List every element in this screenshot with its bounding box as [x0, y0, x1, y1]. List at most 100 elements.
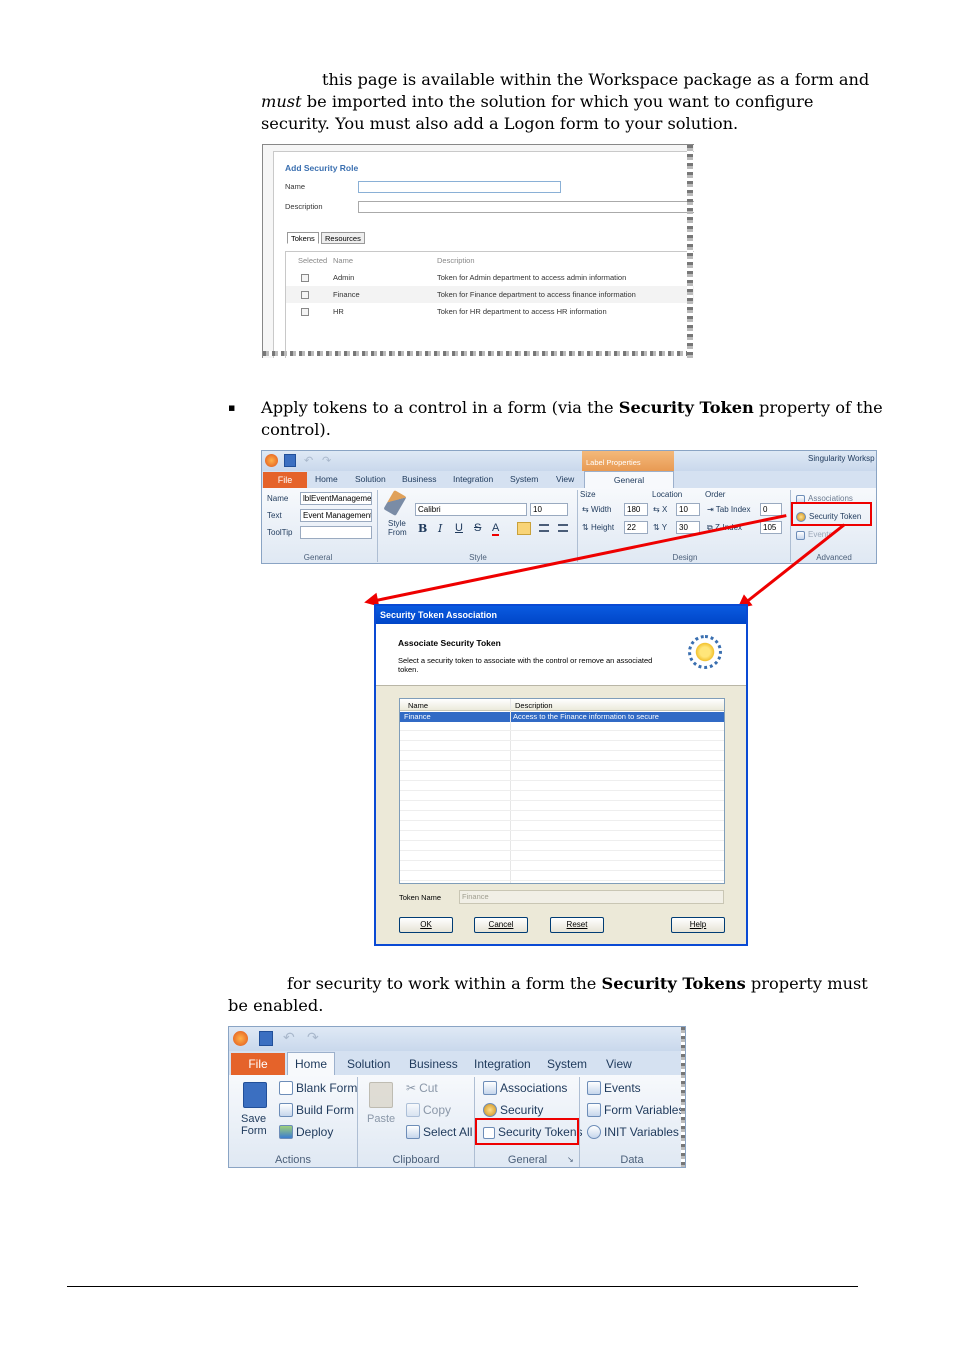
name-input[interactable] [358, 181, 561, 193]
y-text: Y [661, 523, 668, 532]
cut-button[interactable]: ✂ Cut [406, 1081, 438, 1095]
list-item[interactable] [400, 732, 724, 741]
list-item[interactable] [400, 752, 724, 761]
tab-general[interactable]: General [584, 471, 674, 488]
group-separator [577, 490, 578, 562]
font-color-button[interactable]: A [492, 522, 500, 536]
list-item[interactable] [400, 762, 724, 771]
list-item[interactable] [400, 772, 724, 781]
table-row[interactable]: HR Token for HR department to access HR … [286, 303, 694, 320]
blank-form-label: Blank Form [296, 1081, 358, 1095]
list-item[interactable] [400, 812, 724, 821]
tab-integration[interactable]: Integration [453, 474, 493, 484]
name-field[interactable]: lblEventManageme [300, 492, 372, 505]
redo-icon[interactable]: ↷ [322, 454, 331, 467]
dialog-launcher-icon[interactable]: ↘ [567, 1155, 574, 1164]
bold-button[interactable]: B [418, 522, 427, 535]
font-select[interactable]: Calibri [415, 503, 527, 516]
z-index-field[interactable]: 105 [760, 521, 782, 534]
list-item[interactable] [400, 862, 724, 871]
col-description: Description [515, 701, 553, 710]
redo-icon[interactable]: ↷ [307, 1029, 319, 1046]
row-checkbox[interactable] [301, 308, 309, 316]
tab-system[interactable]: System [510, 474, 538, 484]
style-brush-icon[interactable] [383, 489, 407, 517]
save-form-icon[interactable] [243, 1082, 267, 1108]
width-field[interactable]: 180 [624, 503, 648, 516]
tab-resources[interactable]: Resources [321, 232, 365, 244]
list-item[interactable] [400, 872, 724, 881]
table-row[interactable]: Finance Token for Finance department to … [286, 286, 694, 303]
tab-tokens[interactable]: Tokens [287, 232, 319, 244]
events-button[interactable]: Events [587, 1081, 641, 1095]
deploy-button[interactable]: Deploy [279, 1125, 333, 1139]
save-icon[interactable] [259, 1031, 273, 1046]
list-item[interactable] [400, 722, 724, 731]
tab-integration[interactable]: Integration [474, 1057, 531, 1071]
tab-view[interactable]: View [606, 1057, 632, 1071]
strikethrough-button[interactable]: S [474, 522, 481, 534]
reset-button[interactable]: Reset [550, 917, 604, 933]
tab-view[interactable]: View [556, 474, 574, 484]
copy-button[interactable]: Copy [406, 1103, 451, 1117]
paste-icon[interactable] [369, 1082, 393, 1108]
text-field[interactable]: Event Management [300, 509, 372, 522]
list-item[interactable] [400, 832, 724, 841]
height-field[interactable]: 22 [624, 521, 648, 534]
x-field[interactable]: 10 [676, 503, 700, 516]
cancel-button[interactable]: Cancel [474, 917, 528, 933]
list-item[interactable] [400, 842, 724, 851]
align-center-icon[interactable] [539, 524, 549, 532]
add-security-role-form: Add Security Role Name Description Token… [273, 151, 694, 358]
row-checkbox[interactable] [301, 291, 309, 299]
select-all-button[interactable]: Select All [406, 1125, 472, 1139]
save-form-label-2[interactable]: Form [241, 1125, 267, 1137]
order-label: Order [705, 490, 726, 499]
row-checkbox[interactable] [301, 274, 309, 282]
tooltip-field[interactable] [300, 526, 372, 539]
tab-home[interactable]: Home [315, 474, 338, 484]
app-orb-icon[interactable] [233, 1031, 248, 1046]
undo-icon[interactable]: ↶ [304, 454, 313, 467]
list-item[interactable] [400, 802, 724, 811]
list-item[interactable] [400, 792, 724, 801]
list-item[interactable] [400, 852, 724, 861]
build-form-button[interactable]: Build Form [279, 1103, 354, 1117]
style-from-label-1[interactable]: Style [388, 519, 406, 528]
help-button[interactable]: Help [671, 917, 725, 933]
italic-button[interactable]: I [438, 522, 442, 535]
list-item[interactable] [400, 822, 724, 831]
list-item[interactable] [400, 782, 724, 791]
tab-solution[interactable]: Solution [355, 474, 386, 484]
associations-button[interactable]: Associations [483, 1081, 567, 1095]
tab-solution[interactable]: Solution [347, 1057, 390, 1071]
list-item[interactable] [400, 742, 724, 751]
col-name: Name [333, 256, 354, 265]
description-input[interactable] [358, 201, 694, 213]
underline-button[interactable]: U [455, 522, 463, 534]
torn-edge-right [687, 145, 693, 358]
security-button[interactable]: Security [483, 1103, 543, 1117]
tab-file[interactable]: File [231, 1053, 285, 1075]
align-right-icon[interactable] [558, 524, 568, 532]
tab-business[interactable]: Business [409, 1057, 458, 1071]
font-size-select[interactable]: 10 [530, 503, 568, 516]
tab-system[interactable]: System [547, 1057, 587, 1071]
paste-button[interactable]: Paste [367, 1113, 395, 1125]
table-row[interactable]: Finance Access to the Finance informatio… [400, 712, 724, 722]
tab-home[interactable]: Home [287, 1052, 335, 1075]
style-from-label-2[interactable]: From [388, 528, 407, 537]
blank-form-button[interactable]: Blank Form [279, 1081, 357, 1095]
undo-icon[interactable]: ↶ [283, 1029, 295, 1046]
save-form-label-1[interactable]: Save [241, 1113, 266, 1125]
app-orb-icon[interactable] [265, 454, 278, 467]
init-variables-button[interactable]: INIT Variables [587, 1125, 679, 1139]
tab-index-field[interactable]: 0 [760, 503, 782, 516]
form-variables-button[interactable]: Form Variables [587, 1103, 684, 1117]
ok-button[interactable]: OK [399, 917, 453, 933]
tab-file[interactable]: File [263, 472, 307, 488]
save-icon[interactable] [284, 454, 296, 467]
align-left-icon[interactable] [517, 522, 531, 535]
tab-business[interactable]: Business [402, 474, 437, 484]
table-row[interactable]: Admin Token for Admin department to acce… [286, 269, 694, 286]
